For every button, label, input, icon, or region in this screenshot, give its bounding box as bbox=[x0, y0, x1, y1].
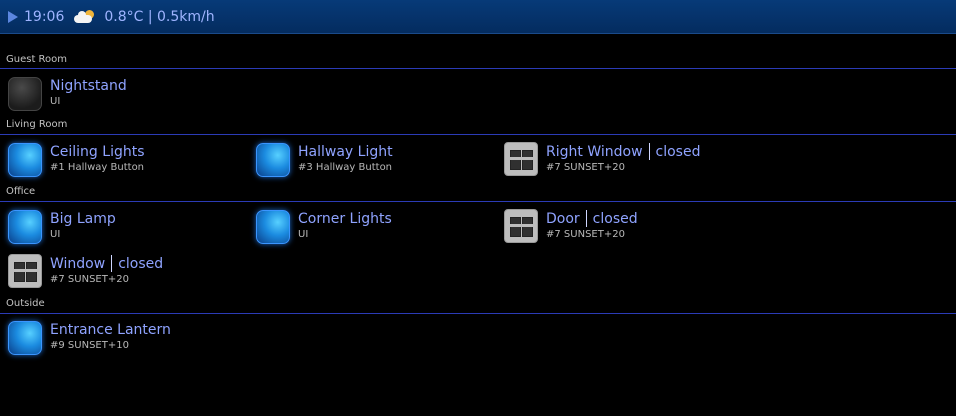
device-nightstand[interactable]: Nightstand UI bbox=[8, 76, 127, 116]
device-name[interactable]: Corner Lights bbox=[298, 211, 392, 227]
section-divider bbox=[0, 313, 956, 314]
device-name[interactable]: Window bbox=[50, 256, 105, 272]
device-state[interactable]: closed bbox=[593, 211, 638, 227]
play-icon[interactable] bbox=[8, 10, 18, 23]
device-state[interactable]: closed bbox=[118, 256, 163, 272]
device-ceiling-lights[interactable]: Ceiling Lights #1 Hallway Button bbox=[8, 142, 145, 182]
partly-cloudy-icon bbox=[74, 9, 96, 24]
device-hallway-light[interactable]: Hallway Light #3 Hallway Button bbox=[256, 142, 393, 182]
section-divider bbox=[0, 68, 956, 69]
window-shutter-icon[interactable] bbox=[8, 254, 42, 288]
window-shutter-icon[interactable] bbox=[504, 142, 538, 176]
section-label-office: Office bbox=[6, 186, 36, 197]
light-on-icon[interactable] bbox=[256, 210, 290, 244]
device-name[interactable]: Nightstand bbox=[50, 78, 127, 94]
device-name[interactable]: Right Window bbox=[546, 144, 643, 160]
device-entrance-lantern[interactable]: Entrance Lantern #9 SUNSET+10 bbox=[8, 320, 171, 360]
device-source: UI bbox=[50, 96, 61, 107]
device-corner-lights[interactable]: Corner Lights UI bbox=[256, 209, 392, 249]
device-name[interactable]: Door bbox=[546, 211, 580, 227]
device-door[interactable]: Door closed #7 SUNSET+20 bbox=[504, 208, 638, 248]
device-source: #1 Hallway Button bbox=[50, 162, 145, 173]
device-name[interactable]: Big Lamp bbox=[50, 211, 116, 227]
light-on-icon[interactable] bbox=[8, 210, 42, 244]
clock-time: 19:06 bbox=[24, 8, 65, 25]
device-source: UI bbox=[50, 229, 61, 240]
device-name[interactable]: Ceiling Lights bbox=[50, 144, 145, 160]
device-state[interactable]: closed bbox=[656, 144, 701, 160]
device-source: #7 SUNSET+20 bbox=[50, 274, 129, 285]
device-big-lamp[interactable]: Big Lamp UI bbox=[8, 209, 116, 249]
section-label-outside: Outside bbox=[6, 298, 45, 309]
section-divider bbox=[0, 134, 956, 135]
device-source: UI bbox=[298, 229, 309, 240]
window-shutter-icon[interactable] bbox=[504, 209, 538, 243]
weather-readout: 0.8°C | 0.5km/h bbox=[104, 8, 215, 25]
light-on-icon[interactable] bbox=[8, 321, 42, 355]
device-window[interactable]: Window closed #7 SUNSET+20 bbox=[8, 253, 163, 293]
device-right-window[interactable]: Right Window closed #7 SUNSET+20 bbox=[504, 141, 700, 181]
section-label-living-room: Living Room bbox=[6, 119, 68, 130]
light-off-icon[interactable] bbox=[8, 77, 42, 111]
light-on-icon[interactable] bbox=[256, 143, 290, 177]
device-source: #3 Hallway Button bbox=[298, 162, 393, 173]
device-source: #9 SUNSET+10 bbox=[50, 340, 129, 351]
device-source: #7 SUNSET+20 bbox=[546, 162, 625, 173]
device-name[interactable]: Entrance Lantern bbox=[50, 322, 171, 338]
light-on-icon[interactable] bbox=[8, 143, 42, 177]
device-name[interactable]: Hallway Light bbox=[298, 144, 393, 160]
status-bar: 19:06 0.8°C | 0.5km/h bbox=[0, 0, 956, 34]
section-label-guest-room: Guest Room bbox=[6, 54, 68, 65]
section-divider bbox=[0, 201, 956, 202]
device-source: #7 SUNSET+20 bbox=[546, 229, 625, 240]
